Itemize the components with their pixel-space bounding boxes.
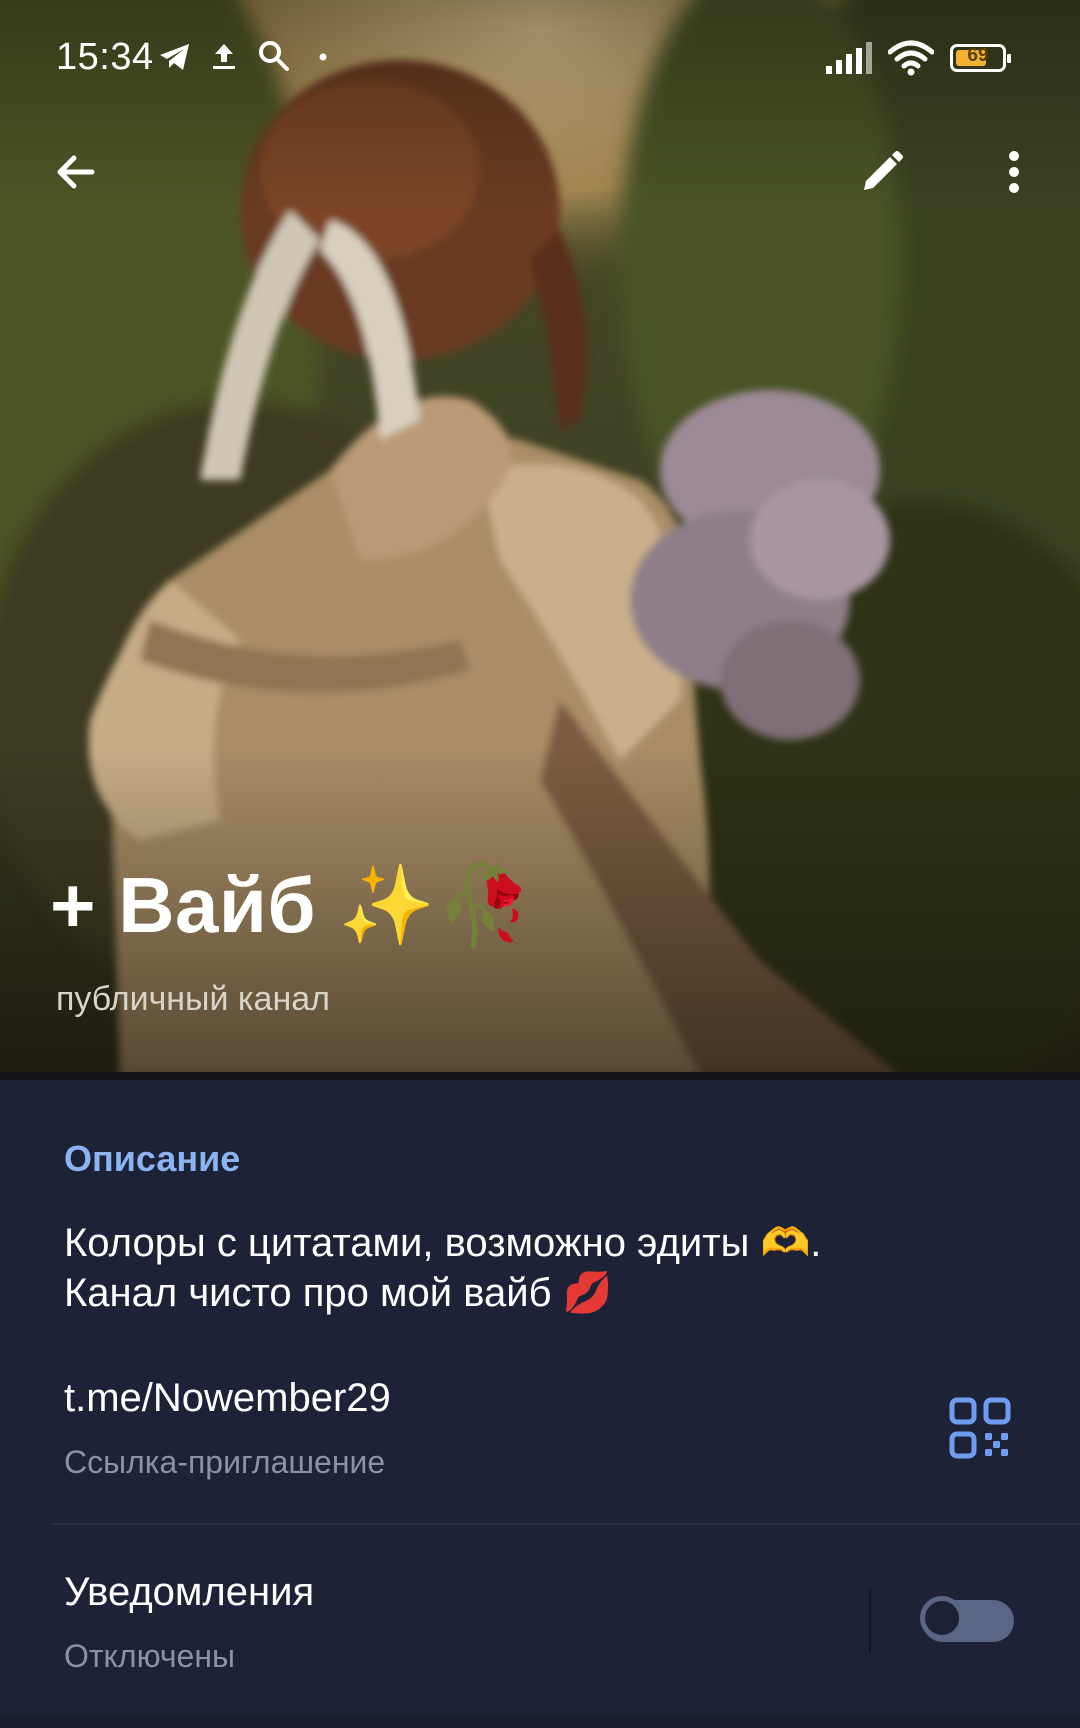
notifications-state: Отключены [64, 1638, 236, 1674]
notifications-toggle[interactable] [920, 1596, 1014, 1642]
channel-subtitle: публичный канал [56, 980, 330, 1018]
arrow-back-icon [57, 155, 95, 189]
more-vertical-icon [1009, 151, 1019, 193]
description-text[interactable]: Колоры с цитатами, возможно эдиты 🫶. Кан… [64, 1218, 1004, 1318]
status-time: 15:34 [56, 36, 154, 78]
status-bar: 15:34 69 [0, 0, 1080, 120]
bottom-edge [0, 1716, 1080, 1728]
notifications-label[interactable]: Уведомления [64, 1570, 314, 1615]
edit-button[interactable] [846, 136, 918, 208]
pencil-icon [864, 151, 903, 190]
description-line-2: Канал чисто про мой вайб 💋 [64, 1271, 613, 1315]
back-button[interactable] [40, 136, 112, 208]
telegram-icon [160, 44, 189, 70]
hero-divider [0, 1072, 1080, 1080]
qr-code-icon [949, 1397, 1011, 1459]
upload-icon [213, 44, 235, 69]
description-label: Описание [64, 1138, 241, 1179]
notifications-divider [869, 1590, 871, 1652]
channel-title: + Вайб ✨🥀 [50, 861, 534, 949]
signal-icon [826, 42, 872, 74]
section-divider [52, 1523, 1080, 1525]
invite-link-label: Ссылка-приглашение [64, 1444, 386, 1480]
invite-link[interactable]: t.me/Nowember29 [64, 1376, 391, 1421]
wifi-icon [888, 40, 934, 76]
more-button[interactable] [978, 136, 1050, 208]
channel-title-row: + Вайб ✨🥀 [50, 860, 533, 952]
dot-icon [319, 53, 327, 61]
qr-code-button[interactable] [948, 1396, 1012, 1460]
description-line-1: Колоры с цитатами, возможно эдиты 🫶. [64, 1221, 822, 1265]
battery-icon: 69 [950, 44, 1011, 72]
battery-tip [1007, 54, 1011, 63]
battery-level: 69 [967, 45, 989, 66]
search-icon [259, 41, 289, 71]
toggle-knob [920, 1596, 964, 1640]
